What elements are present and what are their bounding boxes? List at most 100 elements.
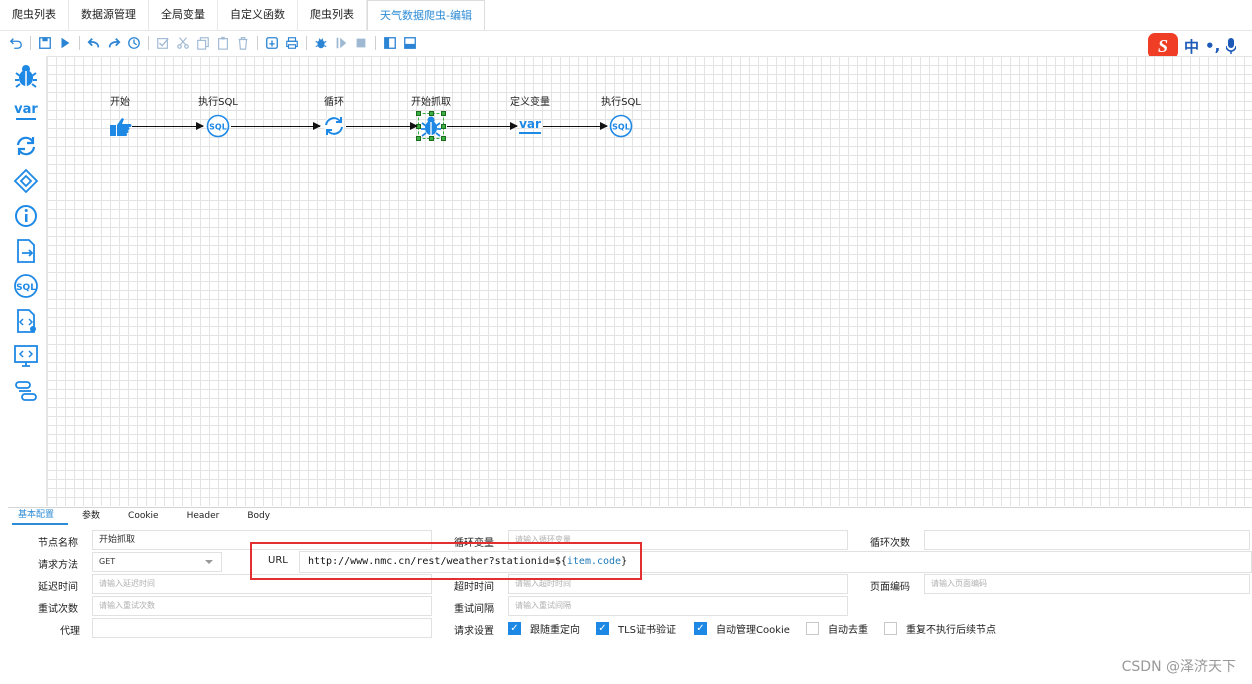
stop-icon[interactable] — [351, 34, 371, 52]
tab-spider-list-2[interactable]: 爬虫列表 — [298, 0, 367, 30]
cut-icon[interactable] — [173, 34, 193, 52]
checkmark-icon: ✓ — [508, 622, 521, 635]
undo-icon[interactable] — [84, 34, 104, 52]
selection-handle[interactable] — [441, 136, 446, 141]
ime-mode[interactable]: 中 — [1184, 36, 1199, 57]
palette-condition-icon[interactable] — [11, 166, 41, 196]
delete-icon[interactable] — [233, 34, 253, 52]
palette-code-screen-icon[interactable] — [11, 341, 41, 371]
spider-icon — [416, 111, 446, 141]
selection-handle[interactable] — [416, 111, 421, 116]
tab-custom-functions[interactable]: 自定义函数 — [218, 0, 298, 30]
var-icon-label: var — [519, 117, 541, 131]
selection-handle[interactable] — [416, 136, 421, 141]
retry-count-label: 重试次数 — [38, 604, 78, 615]
checkbox-label: 自动管理Cookie — [716, 625, 790, 636]
tab-spider-list[interactable]: 爬虫列表 — [0, 0, 69, 30]
tab-global-vars[interactable]: 全局变量 — [149, 0, 218, 30]
flow-connector[interactable] — [447, 122, 518, 130]
selection-handle[interactable] — [429, 136, 434, 141]
toolbar-separator — [257, 36, 258, 50]
timeout-input[interactable]: 请输入超时时间 — [508, 574, 848, 594]
layout-bottom-icon[interactable] — [400, 34, 420, 52]
flow-node-define-variable[interactable]: 定义变量 var — [498, 96, 562, 139]
auto-cookie-checkbox[interactable]: ✓ 自动管理Cookie — [694, 621, 790, 636]
checkbox-box — [884, 622, 897, 635]
url-suffix: } — [621, 556, 628, 567]
redo-icon[interactable] — [104, 34, 124, 52]
svg-text:SQL: SQL — [209, 123, 227, 132]
toolbar-separator — [79, 36, 80, 50]
svg-text:SQL: SQL — [612, 123, 630, 132]
palette-var-label: var — [14, 101, 38, 117]
flow-node-start-crawl[interactable]: 开始抓取 — [399, 96, 463, 141]
layout-left-icon[interactable] — [380, 34, 400, 52]
tab-header[interactable]: Header — [173, 508, 234, 524]
loop-var-input[interactable]: 请输入循环变量 — [508, 530, 848, 550]
palette-sql-icon[interactable]: SQL — [11, 271, 41, 301]
timeout-label: 超时时间 — [454, 582, 494, 593]
flow-connector[interactable] — [132, 122, 204, 130]
url-input[interactable]: http://www.nmc.cn/rest/weather?stationid… — [299, 551, 1252, 573]
proxy-label: 代理 — [60, 626, 80, 637]
palette-link-icon[interactable] — [11, 376, 41, 406]
debug-icon[interactable] — [311, 34, 331, 52]
selection-handle[interactable] — [429, 111, 434, 116]
url-prefix: http://www.nmc.cn/rest/weather?stationid… — [308, 556, 567, 567]
tab-datasource[interactable]: 数据源管理 — [69, 0, 149, 30]
flow-node-loop[interactable]: 循环 — [302, 96, 366, 139]
tab-cookie[interactable]: Cookie — [114, 508, 173, 524]
tab-weather-spider-edit[interactable]: 天气数据爬虫-编辑 — [367, 0, 485, 30]
microphone-icon[interactable] — [1225, 38, 1238, 54]
checkbox-label: 自动去重 — [828, 625, 868, 636]
sql-icon: SQL — [608, 113, 634, 139]
tab-basic-config[interactable]: 基本配置 — [12, 507, 69, 525]
retry-count-input[interactable]: 请输入重试次数 — [92, 596, 432, 616]
loop-count-input[interactable] — [924, 530, 1250, 550]
skip-duplicate-checkbox[interactable]: 重复不执行后续节点 — [884, 621, 996, 636]
palette-info-icon[interactable] — [11, 201, 41, 231]
selection-handle[interactable] — [441, 111, 446, 116]
export-icon[interactable] — [262, 34, 282, 52]
flow-node-exec-sql-2[interactable]: 执行SQL SQL — [589, 96, 653, 139]
retry-interval-input[interactable]: 请输入重试间隔 — [508, 596, 848, 616]
method-select[interactable]: GET — [92, 552, 222, 572]
palette-spider-icon[interactable] — [11, 61, 41, 91]
ime-punctuation[interactable]: •, — [1205, 37, 1220, 55]
step-icon[interactable] — [331, 34, 351, 52]
encoding-input[interactable]: 请输入页面编码 — [924, 574, 1250, 594]
url-variable: item.code — [566, 556, 622, 567]
palette-var-icon[interactable]: var — [11, 96, 41, 126]
palette-script-file-icon[interactable] — [11, 306, 41, 336]
run-icon[interactable] — [55, 34, 75, 52]
copy-icon[interactable] — [193, 34, 213, 52]
request-settings-label: 请求设置 — [454, 626, 494, 637]
flow-connector[interactable] — [543, 122, 608, 130]
proxy-input[interactable] — [92, 618, 432, 638]
tab-params[interactable]: 参数 — [68, 508, 114, 524]
print-icon[interactable] — [282, 34, 302, 52]
selection-handle[interactable] — [441, 124, 446, 129]
node-name-input[interactable]: 开始抓取 — [92, 530, 432, 550]
palette-output-file-icon[interactable] — [11, 236, 41, 266]
select-all-icon[interactable] — [153, 34, 173, 52]
var-icon: var — [515, 113, 545, 139]
delay-input[interactable]: 请输入延迟时间 — [92, 574, 432, 594]
history-icon[interactable] — [124, 34, 144, 52]
method-value: GET — [99, 557, 116, 566]
flow-node-start[interactable]: 开始 — [88, 96, 152, 139]
tls-verify-checkbox[interactable]: ✓ TLS证书验证 — [596, 621, 676, 636]
checkbox-label: 跟随重定向 — [530, 625, 580, 636]
flow-canvas[interactable]: 开始 执行SQL SQL 循环 开始抓取 定义变量 var 执行SQL SQL — [46, 56, 1252, 506]
save-icon[interactable] — [35, 34, 55, 52]
return-icon[interactable] — [6, 34, 26, 52]
flow-node-exec-sql-1[interactable]: 执行SQL SQL — [186, 96, 250, 139]
watermark: CSDN @泽济天下 — [1121, 659, 1236, 675]
tab-body[interactable]: Body — [233, 508, 284, 524]
palette-loop-icon[interactable] — [11, 131, 41, 161]
flow-connector[interactable] — [346, 122, 418, 130]
flow-connector[interactable] — [231, 122, 321, 130]
paste-icon[interactable] — [213, 34, 233, 52]
follow-redirect-checkbox[interactable]: ✓ 跟随重定向 — [508, 621, 580, 636]
auto-dedupe-checkbox[interactable]: 自动去重 — [806, 621, 868, 636]
